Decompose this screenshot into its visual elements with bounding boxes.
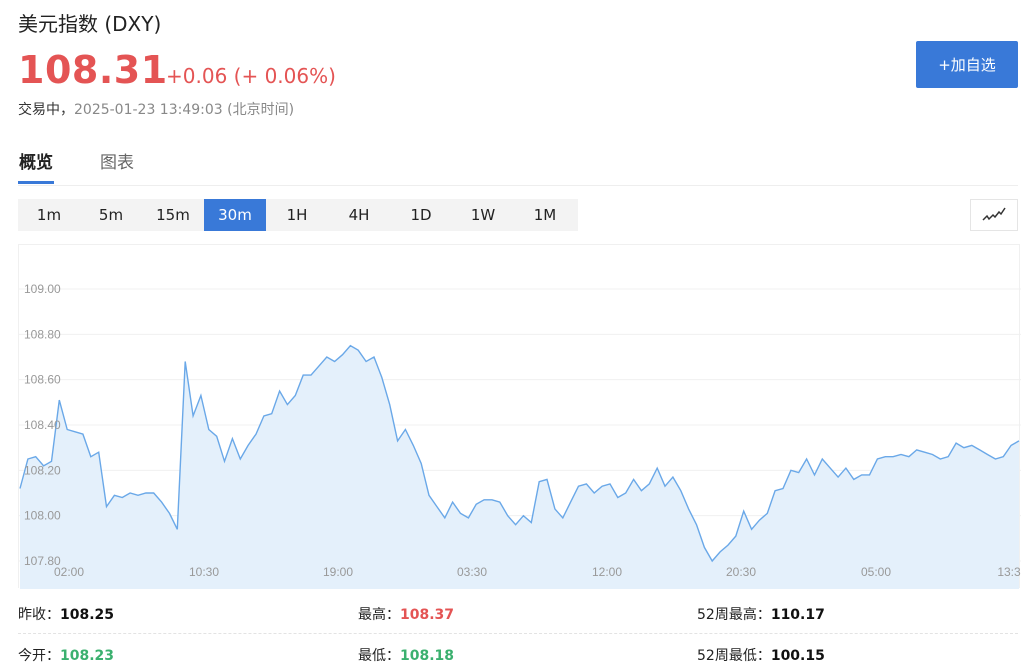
tab-chart[interactable]: 图表 — [100, 148, 134, 184]
x-tick-label: 10:30 — [189, 565, 219, 579]
y-tick-label: 108.80 — [24, 327, 61, 341]
range-30m[interactable]: 30m — [204, 199, 266, 231]
line-chart-icon — [982, 207, 1006, 221]
time-range-selector: 1m 5m 15m 30m 1H 4H 1D 1W 1M — [18, 199, 578, 231]
x-tick-label: 02:00 — [54, 565, 84, 579]
today-open: 今开：108.23 — [18, 645, 114, 665]
x-tick-label: 13:3 — [997, 565, 1021, 579]
stats-panel: 昨收：108.25 最高：108.37 52周最高：110.17 今开：108.… — [18, 598, 1018, 666]
day-low: 最低：108.18 — [358, 645, 454, 665]
range-1m[interactable]: 1m — [18, 199, 80, 231]
price-chart-svg: 109.00108.80108.60108.40108.20108.00107.… — [19, 282, 1021, 589]
y-tick-label: 108.40 — [24, 418, 61, 432]
tab-bar: 概览 图表 — [18, 148, 1018, 186]
day-high-value: 108.37 — [400, 607, 455, 623]
x-tick-label: 19:00 — [323, 565, 353, 579]
y-tick-label: 108.60 — [24, 373, 61, 387]
x-tick-label: 20:30 — [726, 565, 756, 579]
range-1d[interactable]: 1D — [390, 199, 452, 231]
price-area — [20, 345, 1019, 589]
trading-status: 交易中，2025-01-23 13:49:03 (北京时间) — [18, 99, 294, 119]
stats-row: 昨收：108.25 最高：108.37 52周最高：110.17 — [18, 598, 1018, 634]
week52-low: 52周最低：100.15 — [697, 645, 825, 665]
range-1mo[interactable]: 1M — [514, 199, 576, 231]
price-change: +0.06 (+ 0.06%) — [166, 64, 336, 88]
tab-overview[interactable]: 概览 — [18, 148, 54, 184]
week52-low-label: 52周最低： — [697, 648, 771, 664]
week52-high: 52周最高：110.17 — [697, 604, 825, 624]
range-15m[interactable]: 15m — [142, 199, 204, 231]
day-low-value: 108.18 — [400, 648, 455, 664]
add-watchlist-button[interactable]: +加自选 — [916, 41, 1018, 88]
timestamp: 2025-01-23 13:49:03 (北京时间) — [74, 102, 295, 118]
y-tick-label: 108.00 — [24, 509, 61, 523]
week52-low-value: 100.15 — [770, 648, 825, 664]
week52-high-value: 110.17 — [770, 607, 825, 623]
range-5m[interactable]: 5m — [80, 199, 142, 231]
x-tick-label: 03:30 — [457, 565, 487, 579]
prev-close-value: 108.25 — [60, 607, 115, 623]
stats-row: 今开：108.23 最低：108.18 52周最低：100.15 — [18, 639, 1018, 666]
today-open-label: 今开： — [18, 648, 60, 664]
chart-type-button[interactable] — [970, 199, 1018, 231]
day-high-label: 最高： — [358, 607, 400, 623]
range-1h[interactable]: 1H — [266, 199, 328, 231]
y-tick-label: 109.00 — [24, 282, 61, 296]
page-title: 美元指数 (DXY) — [18, 12, 162, 36]
week52-high-label: 52周最高： — [697, 607, 771, 623]
today-open-value: 108.23 — [60, 648, 115, 664]
x-tick-label: 12:00 — [592, 565, 622, 579]
price-chart[interactable]: 109.00 108.80 108.60 108.40 108.20 108.00 107.… — [18, 244, 1021, 589]
range-4h[interactable]: 4H — [328, 199, 390, 231]
status-text: 交易中， — [18, 102, 74, 118]
prev-close-label: 昨收： — [18, 607, 60, 623]
x-tick-label: 05:00 — [861, 565, 891, 579]
y-tick-label: 108.20 — [24, 463, 61, 477]
day-high: 最高：108.37 — [358, 604, 454, 624]
day-low-label: 最低： — [358, 648, 400, 664]
prev-close: 昨收：108.25 — [18, 604, 114, 624]
range-1w[interactable]: 1W — [452, 199, 514, 231]
current-price: 108.31 — [18, 48, 168, 92]
